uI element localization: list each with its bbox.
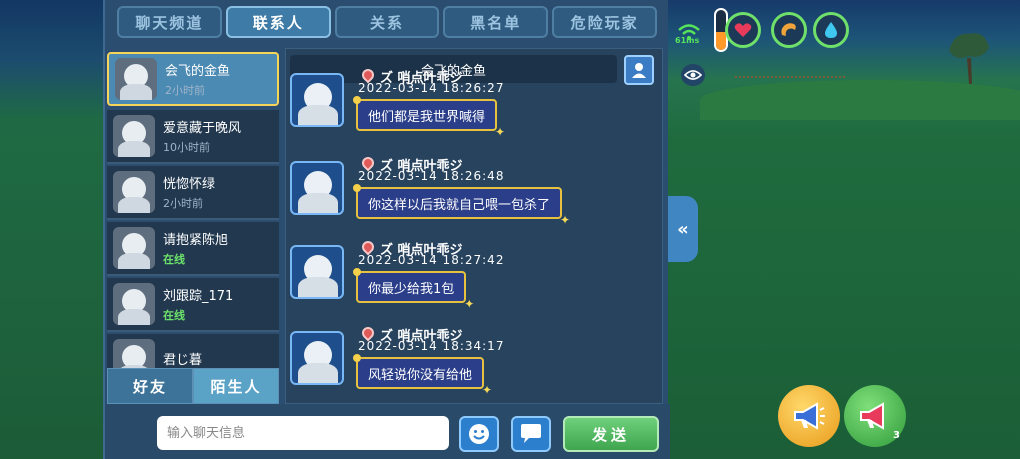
tab-friends[interactable]: 好友 [107,368,193,404]
avatar [113,115,155,157]
avatar [113,283,155,325]
contact-status: 在线 [163,253,185,266]
broadcast-count: 3 [893,430,900,441]
contact-item[interactable]: 刘跟踪_171 在线 [107,278,279,332]
message-bubble: 风轻说你没有给他 [352,354,492,397]
thirst-indicator[interactable] [813,12,849,48]
contact-list[interactable]: 会飞的金鱼 2小时前 爱意藏于晚风 10小时前 恍惚怀绿 2小时前 请抱紧陈旭 … [105,48,281,368]
view-toggle-button[interactable] [681,64,705,86]
contact-item[interactable]: 君じ暮 [107,334,279,368]
social-panel: 聊天频道 联系人 关系 黑名单 危险玩家 会飞的金鱼 2小时前 爱意藏于晚风 1… [103,0,670,459]
message-time: 2022-03-14 18:26:27 [358,81,505,95]
contact-status: 2小时前 [163,197,203,210]
hunger-indicator[interactable] [771,12,807,48]
contact-name: 会飞的金鱼 [165,64,231,79]
social-tabs: 聊天频道 联系人 关系 黑名单 危险玩家 [117,6,657,38]
ping-readout: 61ms [675,36,700,45]
collapse-panel-button[interactable]: « [668,196,698,262]
quick-phrase-button[interactable] [511,416,551,452]
avatar[interactable] [290,245,344,299]
contact-status: 10小时前 [163,141,210,154]
avatar [113,339,155,368]
contact-status: 在线 [163,309,185,322]
contact-name: 刘跟踪_171 [163,289,234,304]
contact-name: 恍惚怀绿 [163,177,216,192]
avatar[interactable] [290,331,344,385]
message-bubble: 你最少给我1包 [352,268,475,311]
message-time: 2022-03-14 18:26:48 [358,169,505,183]
emoji-button[interactable] [459,416,499,452]
contact-item[interactable]: 请抱紧陈旭 在线 [107,222,279,276]
message-bubble: 他们都是我世界喊得 [352,96,505,139]
avatar [115,58,157,100]
game-world-left [0,0,103,459]
water-icon [825,22,837,38]
contact-item[interactable]: 恍惚怀绿 2小时前 [107,166,279,220]
contact-name: 君じ暮 [163,353,203,368]
message-time: 2022-03-14 18:34:17 [358,339,505,353]
distant-hill [700,80,1020,120]
tab-dangerous-players[interactable]: 危险玩家 [552,6,657,38]
contact-item[interactable]: 会飞的金鱼 2小时前 [107,52,279,106]
hunger-icon [781,23,796,36]
contact-status: 2小时前 [165,84,205,97]
message-time: 2022-03-14 18:27:42 [358,253,505,267]
health-indicator[interactable] [725,12,761,48]
chat-area[interactable]: 会飞的金鱼 ズ 哨点叶乖ジ 2022-03-14 18:26:27 他们都是我世… [285,48,663,404]
avatar[interactable] [290,161,344,215]
stamina-fill [716,32,726,50]
contact-name: 请抱紧陈旭 [163,233,229,248]
eye-icon [684,70,702,80]
chat-message: ズ 哨点叶乖ジ 2022-03-14 18:27:42 你最少给我1包 [290,238,660,323]
speech-bubble-icon [521,424,541,443]
chat-message: ズ 哨点叶乖ジ 2022-03-14 18:26:27 他们都是我世界喊得 [290,66,660,151]
contact-sub-tabs: 好友 陌生人 [107,368,279,404]
megaphone-icon [794,402,825,430]
chat-input-bar: 发送 [105,404,670,459]
chat-message: ズ 哨点叶乖ジ 2022-03-14 18:34:17 风轻说你没有给他 [290,324,660,409]
distant-fence [735,76,845,86]
chat-message: ズ 哨点叶乖ジ 2022-03-14 18:26:48 你这样以后我就自己喂一包… [290,154,660,239]
contact-name: 爱意藏于晚风 [163,121,242,136]
speaker-icon [860,402,884,430]
world-broadcast-button[interactable] [778,385,840,447]
chat-input[interactable] [157,416,449,450]
send-button[interactable]: 发送 [563,416,659,452]
tab-strangers[interactable]: 陌生人 [193,368,279,404]
contact-item[interactable]: 爱意藏于晚风 10小时前 [107,110,279,164]
heart-icon [734,23,752,37]
avatar [113,227,155,269]
avatar[interactable] [290,73,344,127]
emoji-icon [469,424,489,444]
tree-icon [949,33,989,84]
message-bubble: 你这样以后我就自己喂一包杀了 [352,184,570,227]
tab-contacts[interactable]: 联系人 [225,6,331,38]
tab-chat-channel[interactable]: 聊天频道 [117,6,222,38]
tab-blacklist[interactable]: 黑名单 [443,6,549,38]
tab-relations[interactable]: 关系 [334,6,440,38]
avatar [113,171,155,213]
